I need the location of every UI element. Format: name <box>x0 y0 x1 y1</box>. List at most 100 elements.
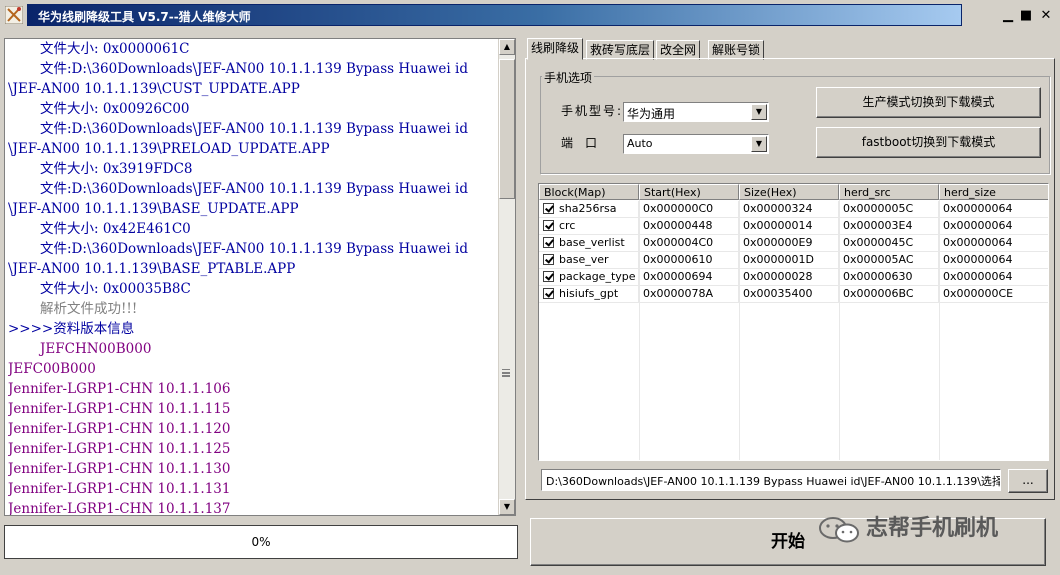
table-cell: base_ver <box>539 252 639 269</box>
header-size[interactable]: Size(Hex) <box>739 184 839 200</box>
log-line: \JEF-AN00 10.1.1.139\BASE_UPDATE.APP <box>8 201 299 217</box>
row-checkbox[interactable] <box>543 237 554 248</box>
header-herd-src[interactable]: herd_src <box>839 184 939 200</box>
watermark-text: 志帮手机刷机 <box>866 516 999 541</box>
table-row[interactable]: sha256rsa 0x000000C0 0x00000324 0x0000005C 0… <box>539 201 1048 218</box>
model-label: 手机型号: <box>561 104 624 118</box>
table-cell: 0x00000064 <box>939 235 1048 252</box>
table-cell: 0x000003E4 <box>839 218 939 235</box>
table-cell: 0x0000078A <box>639 286 739 303</box>
log-line: Jennifer-LGRP1-CHN 10.1.1.130 <box>8 461 231 477</box>
log-line: >>>>资料版本信息 <box>8 321 135 337</box>
table-cell: 0x00000028 <box>739 269 839 286</box>
table-cell: crc <box>539 218 639 235</box>
title-bar: 华为线刷降级工具 V5.7--猎人维修大师 ▁ ■ ✕ <box>0 0 1060 32</box>
port-label: 端 口 <box>561 136 598 150</box>
chevron-down-icon[interactable]: ▼ <box>751 136 767 152</box>
table-cell: 0x000000CE <box>939 286 1048 303</box>
log-line: 文件大小: 0x00926C00 <box>40 101 190 117</box>
table-cell: hisiufs_gpt <box>539 286 639 303</box>
row-checkbox[interactable] <box>543 203 554 214</box>
log-line: \JEF-AN00 10.1.1.139\CUST_UPDATE.APP <box>8 81 300 97</box>
log-line: Jennifer-LGRP1-CHN 10.1.1.125 <box>8 441 231 457</box>
block-name: sha256rsa <box>559 202 617 215</box>
log-lines: 文件大小: 0x0000061C 文件:D:\360Downloads\JEF-A… <box>8 39 498 516</box>
table-row[interactable]: base_verlist 0x000004C0 0x000000E9 0x000004… <box>539 235 1048 252</box>
table-cell: 0x00000064 <box>939 252 1048 269</box>
table-cell: 0x00000064 <box>939 201 1048 218</box>
table-row[interactable]: package_type 0x00000694 0x00000028 0x000006… <box>539 269 1048 286</box>
block-name: hisiufs_gpt <box>559 287 619 300</box>
table-cell: 0x000000E9 <box>739 235 839 252</box>
table-cell: 0x000005AC <box>839 252 939 269</box>
firmware-path-field[interactable]: D:\360Downloads\JEF-AN00 10.1.1.139 Bypa… <box>541 469 1001 491</box>
tab-unlock-account[interactable]: 解账号锁 <box>708 40 765 60</box>
table-cell: 0x00000324 <box>739 201 839 218</box>
close-button[interactable]: ✕ <box>1038 8 1054 24</box>
tab-full-network[interactable]: 改全网 <box>656 40 701 60</box>
table-cell: 0x0000001D <box>739 252 839 269</box>
log-line: \JEF-AN00 10.1.1.139\BASE_PTABLE.APP <box>8 261 296 277</box>
row-checkbox[interactable] <box>543 220 554 231</box>
table-cell: 0x00000610 <box>639 252 739 269</box>
scroll-up-icon[interactable]: ▲ <box>499 39 515 55</box>
firmware-path-value: D:\360Downloads\JEF-AN00 10.1.1.139 Bypa… <box>546 475 1001 488</box>
table-cell: 0x00000064 <box>939 218 1048 235</box>
log-line: 文件大小: 0x3919FDC8 <box>40 161 193 177</box>
block-name: package_type <box>559 270 636 283</box>
table-row[interactable]: base_ver 0x00000610 0x0000001D 0x000005AC 0x… <box>539 252 1048 269</box>
table-row[interactable]: crc 0x00000448 0x00000014 0x000003E4 0x00000… <box>539 218 1048 235</box>
table-row[interactable]: hisiufs_gpt 0x0000078A 0x00035400 0x000006B… <box>539 286 1048 303</box>
phone-options-label: 手机选项 <box>542 69 595 86</box>
header-block[interactable]: Block(Map) <box>539 184 639 200</box>
table-cell: package_type <box>539 269 639 286</box>
port-select[interactable]: Auto ▼ <box>623 134 769 154</box>
progress-bar: 0% <box>4 525 518 559</box>
row-checkbox[interactable] <box>543 288 554 299</box>
log-line: 文件:D:\360Downloads\JEF-AN00 10.1.1.139 B… <box>40 181 468 197</box>
log-line: 文件:D:\360Downloads\JEF-AN00 10.1.1.139 B… <box>40 61 468 77</box>
chevron-down-icon[interactable]: ▼ <box>751 104 767 120</box>
table-cell: 0x00000014 <box>739 218 839 235</box>
log-line: JEFC00B000 <box>8 361 96 377</box>
log-scrollbar[interactable]: ▲ ▼ <box>498 39 515 515</box>
model-select[interactable]: 华为通用 ▼ <box>623 102 769 122</box>
tab-brick-rescue[interactable]: 救砖写底层 <box>586 40 655 60</box>
log-line: Jennifer-LGRP1-CHN 10.1.1.106 <box>8 381 231 397</box>
scroll-down-icon[interactable]: ▼ <box>499 499 515 515</box>
log-panel[interactable]: 文件大小: 0x0000061C 文件:D:\360Downloads\JEF-A… <box>4 38 516 516</box>
table-header: Block(Map) Start(Hex) Size(Hex) herd_src… <box>539 184 1048 200</box>
table-cell: 0x00000448 <box>639 218 739 235</box>
table-cell: sha256rsa <box>539 201 639 218</box>
app-icon <box>5 6 23 24</box>
wechat-icon <box>819 517 859 543</box>
log-line: 解析文件成功!!! <box>40 301 138 317</box>
fastboot-to-download-button[interactable]: fastboot切换到下载模式 <box>816 127 1041 158</box>
row-checkbox[interactable] <box>543 254 554 265</box>
maximize-button[interactable]: ■ <box>1018 8 1034 24</box>
log-line: 文件:D:\360Downloads\JEF-AN00 10.1.1.139 B… <box>40 121 468 137</box>
log-line: Jennifer-LGRP1-CHN 10.1.1.137 <box>8 501 231 516</box>
title-bar-caption: 华为线刷降级工具 V5.7--猎人维修大师 <box>27 4 962 26</box>
log-line: 文件大小: 0x00035B8C <box>40 281 191 297</box>
log-line: Jennifer-LGRP1-CHN 10.1.1.120 <box>8 421 231 437</box>
table-cell: 0x00000630 <box>839 269 939 286</box>
table-cell: 0x0000005C <box>839 201 939 218</box>
table-cell: base_verlist <box>539 235 639 252</box>
log-line: \JEF-AN00 10.1.1.139\PRELOAD_UPDATE.APP <box>8 141 330 157</box>
factory-to-download-button[interactable]: 生产模式切换到下载模式 <box>816 87 1041 118</box>
browse-button[interactable]: ... <box>1008 469 1048 493</box>
header-herd-size[interactable]: herd_size <box>939 184 1048 200</box>
table-cell: 0x000000C0 <box>639 201 739 218</box>
log-line: 文件:D:\360Downloads\JEF-AN00 10.1.1.139 B… <box>40 241 468 257</box>
row-checkbox[interactable] <box>543 271 554 282</box>
log-line: 文件大小: 0x42E461C0 <box>40 221 191 237</box>
header-start[interactable]: Start(Hex) <box>639 184 739 200</box>
scroll-thumb[interactable] <box>499 59 515 199</box>
tab-flash-downgrade[interactable]: 线刷降级 <box>527 38 584 60</box>
block-name: base_verlist <box>559 236 625 249</box>
model-value: 华为通用 <box>627 107 676 121</box>
table-cell: 0x00035400 <box>739 286 839 303</box>
minimize-button[interactable]: ▁ <box>1000 8 1016 24</box>
window-title: 华为线刷降级工具 V5.7--猎人维修大师 <box>38 10 251 24</box>
